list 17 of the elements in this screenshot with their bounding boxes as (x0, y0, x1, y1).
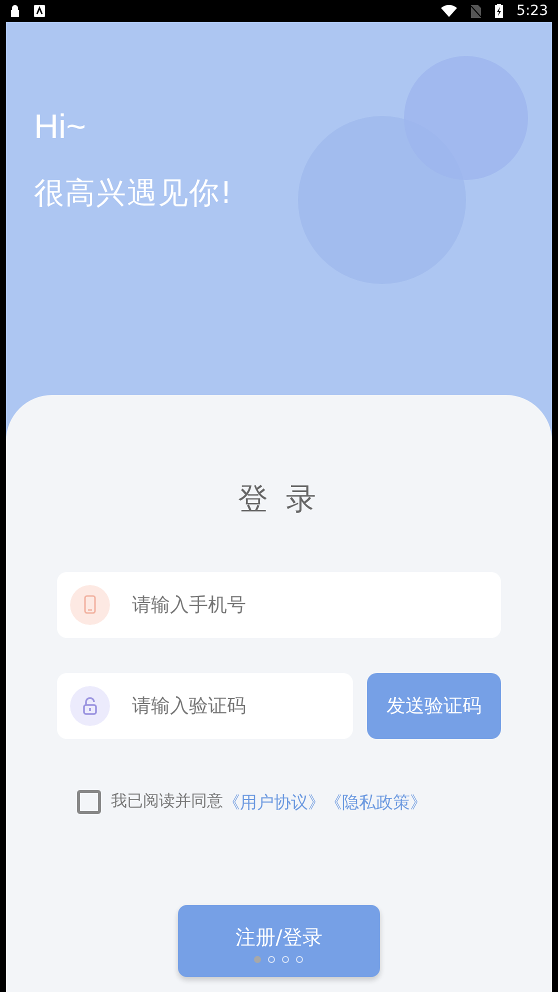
agreement-checkbox[interactable] (77, 790, 101, 814)
no-sim-icon (470, 4, 481, 18)
lock-icon (10, 5, 20, 17)
status-time: 5:23 (516, 3, 548, 19)
phone-field[interactable]: 请输入手机号 (57, 572, 501, 638)
battery-icon (494, 4, 503, 18)
login-title: 登 录 (238, 481, 320, 519)
code-field[interactable]: 请输入验证码 (57, 673, 353, 739)
agreement-link[interactable]: 《用户协议》 (223, 790, 325, 814)
greeting-text: Hi~ (34, 108, 87, 147)
welcome-text: 很高兴遇见你! (34, 175, 234, 213)
agreement-link[interactable]: 《隐私政策》 (325, 790, 427, 814)
app-icon (34, 5, 45, 17)
register-login-button[interactable]: 注册/登录 (178, 905, 380, 977)
wifi-icon (440, 5, 457, 17)
agreement-text: 我已阅读并同意 (111, 790, 223, 812)
send-code-button[interactable]: 发送验证码 (367, 673, 501, 739)
